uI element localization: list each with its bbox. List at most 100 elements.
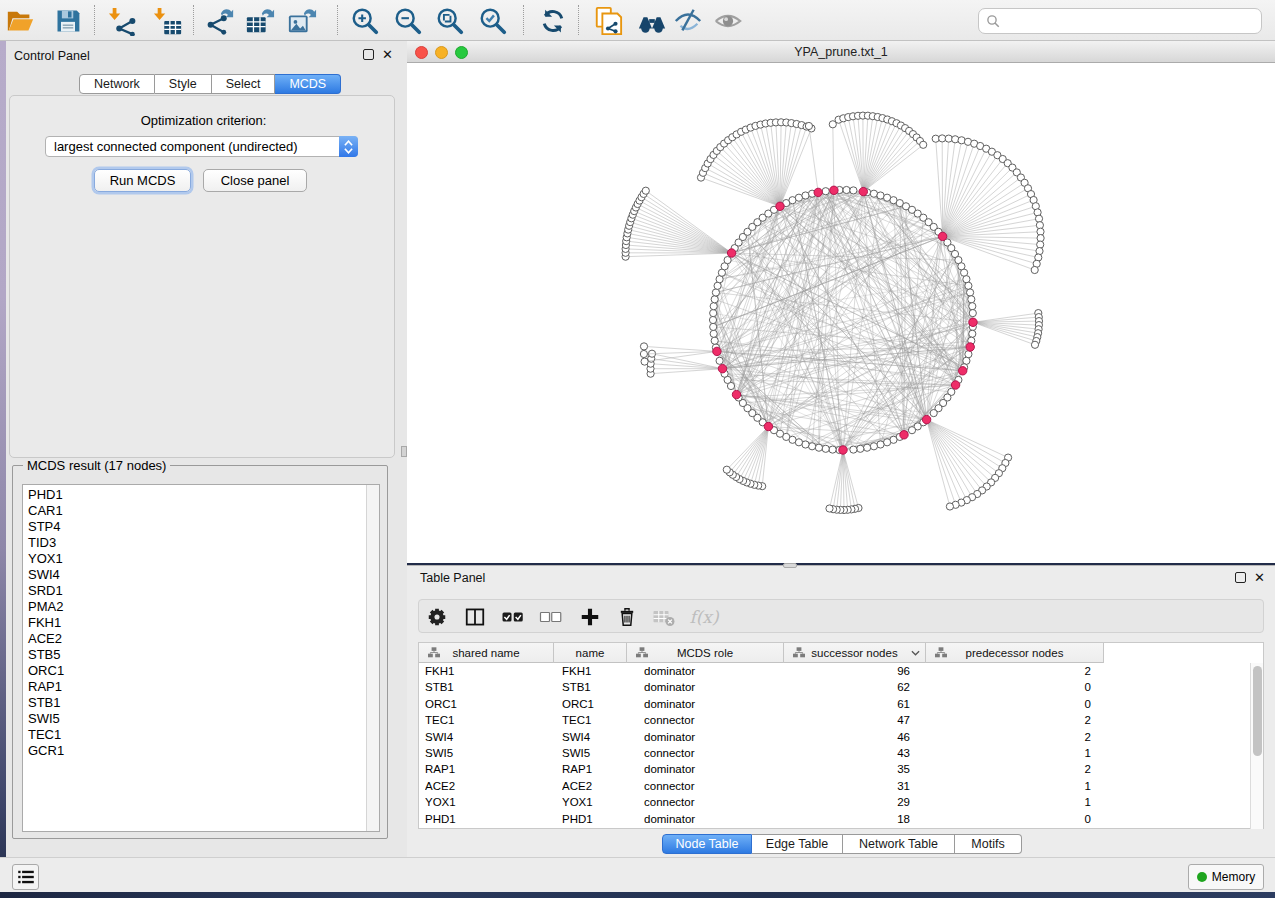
close-table-panel-icon[interactable]: ✕ xyxy=(1254,572,1265,583)
tab-mcds[interactable]: MCDS xyxy=(275,74,341,94)
show-graphics-button[interactable] xyxy=(711,4,745,37)
mcds-result-item[interactable]: SWI5 xyxy=(28,711,64,727)
mcds-result-item[interactable]: FKH1 xyxy=(28,615,64,631)
column-header-shared-name[interactable]: shared name xyxy=(419,643,554,663)
mcds-list-scrollbar[interactable] xyxy=(366,485,379,831)
table-row[interactable]: PHD1PHD1dominator180 xyxy=(419,811,1265,827)
mcds-result-item[interactable]: STB5 xyxy=(28,647,64,663)
tab-network[interactable]: Network xyxy=(79,74,155,94)
column-header-MCDS-role[interactable]: MCDS role xyxy=(627,643,784,663)
table-cell: ACE2 xyxy=(425,778,550,794)
hide-graphics-button[interactable] xyxy=(671,4,705,37)
search-input[interactable] xyxy=(1001,14,1251,28)
table-row[interactable]: FKH1FKH1dominator962 xyxy=(419,663,1265,679)
table-row[interactable]: TEC1TEC1connector472 xyxy=(419,712,1265,728)
column-header-successor-nodes[interactable]: successor nodes xyxy=(784,643,926,663)
save-session-button[interactable] xyxy=(51,4,85,37)
column-header-name[interactable]: name xyxy=(554,643,627,663)
table-row[interactable]: SWI4SWI4dominator462 xyxy=(419,729,1265,745)
run-mcds-button[interactable]: Run MCDS xyxy=(94,169,191,192)
export-table-button[interactable] xyxy=(243,4,277,37)
network-graph[interactable] xyxy=(407,63,1275,563)
memory-button[interactable]: Memory xyxy=(1188,864,1264,890)
table-row[interactable]: STB1STB1dominator620 xyxy=(419,679,1265,695)
table-cell: 35 xyxy=(784,761,918,777)
table-row[interactable]: ACE2ACE2connector311 xyxy=(419,778,1265,794)
table-scrollbar-thumb[interactable] xyxy=(1253,666,1262,756)
close-panel-button[interactable]: Close panel xyxy=(203,169,307,192)
mcds-result-item[interactable]: GCR1 xyxy=(28,743,64,759)
network-window-titlebar: YPA_prune.txt_1 xyxy=(407,41,1275,63)
memory-status-icon xyxy=(1197,872,1207,882)
mcds-result-item[interactable]: ACE2 xyxy=(28,631,64,647)
import-table-button[interactable] xyxy=(151,4,185,37)
zoom-fit-button[interactable] xyxy=(433,4,467,37)
close-panel-icon[interactable]: ✕ xyxy=(382,49,393,60)
table-cell: connector xyxy=(644,712,774,728)
export-network-button[interactable] xyxy=(203,4,237,37)
zoom-selected-button[interactable] xyxy=(476,4,510,37)
tab-select[interactable]: Select xyxy=(212,74,276,94)
mcds-result-item[interactable]: STP4 xyxy=(28,519,64,535)
mcds-result-item[interactable]: ORC1 xyxy=(28,663,64,679)
table-cell: SWI4 xyxy=(562,729,628,745)
tab-edge-table[interactable]: Edge Table xyxy=(752,834,843,854)
create-column-button[interactable] xyxy=(574,601,606,633)
zoom-in-button[interactable] xyxy=(348,4,382,37)
tab-motifs[interactable]: Motifs xyxy=(955,834,1022,854)
mcds-result-item[interactable]: TID3 xyxy=(28,535,64,551)
unselect-all-columns-button[interactable] xyxy=(535,601,567,633)
list-icon xyxy=(18,870,34,884)
mcds-result-item[interactable]: STB1 xyxy=(28,695,64,711)
table-settings-button[interactable] xyxy=(421,601,453,633)
export-image-button[interactable] xyxy=(285,4,319,37)
table-cell: 31 xyxy=(784,778,918,794)
mcds-result-item[interactable]: TEC1 xyxy=(28,727,64,743)
tab-node-table[interactable]: Node Table xyxy=(662,834,752,854)
open-file-button[interactable] xyxy=(3,4,37,37)
mcds-result-item[interactable]: YOX1 xyxy=(28,551,64,567)
table-row[interactable]: SWI5SWI5connector431 xyxy=(419,745,1265,761)
import-network-button[interactable] xyxy=(106,4,140,37)
float-panel-icon[interactable] xyxy=(363,49,374,60)
search-box[interactable] xyxy=(978,8,1262,34)
table-cell: 2 xyxy=(926,729,1104,745)
table-row[interactable]: RAP1RAP1dominator352 xyxy=(419,761,1265,777)
network-view-window: YPA_prune.txt_1 xyxy=(407,41,1275,563)
optimization-dropdown[interactable]: largest connected component (undirected) xyxy=(45,136,358,157)
mcds-result-item[interactable]: SRD1 xyxy=(28,583,64,599)
zoom-out-icon xyxy=(393,6,423,36)
open-folder-icon xyxy=(5,6,35,36)
mcds-result-item[interactable]: PMA2 xyxy=(28,599,64,615)
mcds-result-item[interactable]: RAP1 xyxy=(28,679,64,695)
refresh-button[interactable] xyxy=(536,4,570,37)
table-cell: 61 xyxy=(784,696,918,712)
table-row[interactable]: YOX1YOX1connector291 xyxy=(419,794,1265,810)
zoom-out-button[interactable] xyxy=(391,4,425,37)
table-cell: dominator xyxy=(644,761,774,777)
network-canvas[interactable] xyxy=(407,63,1275,563)
column-header-predecessor-nodes[interactable]: predecessor nodes xyxy=(926,643,1104,663)
tab-style[interactable]: Style xyxy=(155,74,212,94)
attribute-icon xyxy=(935,647,947,658)
show-column-button[interactable] xyxy=(459,601,491,633)
task-history-button[interactable] xyxy=(12,864,39,890)
table-cell: ACE2 xyxy=(562,778,628,794)
fx-icon: f(x) xyxy=(689,607,718,627)
control-panel-header: Control Panel ✕ xyxy=(6,41,401,67)
table-scrollbar[interactable] xyxy=(1250,663,1263,829)
mcds-result-item[interactable]: SWI4 xyxy=(28,567,64,583)
tab-network-table[interactable]: Network Table xyxy=(843,834,955,854)
select-all-columns-button[interactable] xyxy=(497,601,529,633)
table-toolbar: f(x) xyxy=(418,599,1264,633)
delete-column-button[interactable] xyxy=(611,601,643,633)
table-cell: 62 xyxy=(784,679,918,695)
mcds-result-item[interactable]: CAR1 xyxy=(28,503,64,519)
mcds-result-item[interactable]: PHD1 xyxy=(28,487,64,503)
float-table-panel-icon[interactable] xyxy=(1235,572,1246,583)
horizontal-splitter-handle[interactable] xyxy=(783,563,797,568)
birdseye-button[interactable] xyxy=(635,4,669,37)
table-row[interactable]: ORC1ORC1dominator610 xyxy=(419,696,1265,712)
clone-network-button[interactable] xyxy=(591,4,625,37)
table-panel-title: Table Panel xyxy=(420,571,485,585)
